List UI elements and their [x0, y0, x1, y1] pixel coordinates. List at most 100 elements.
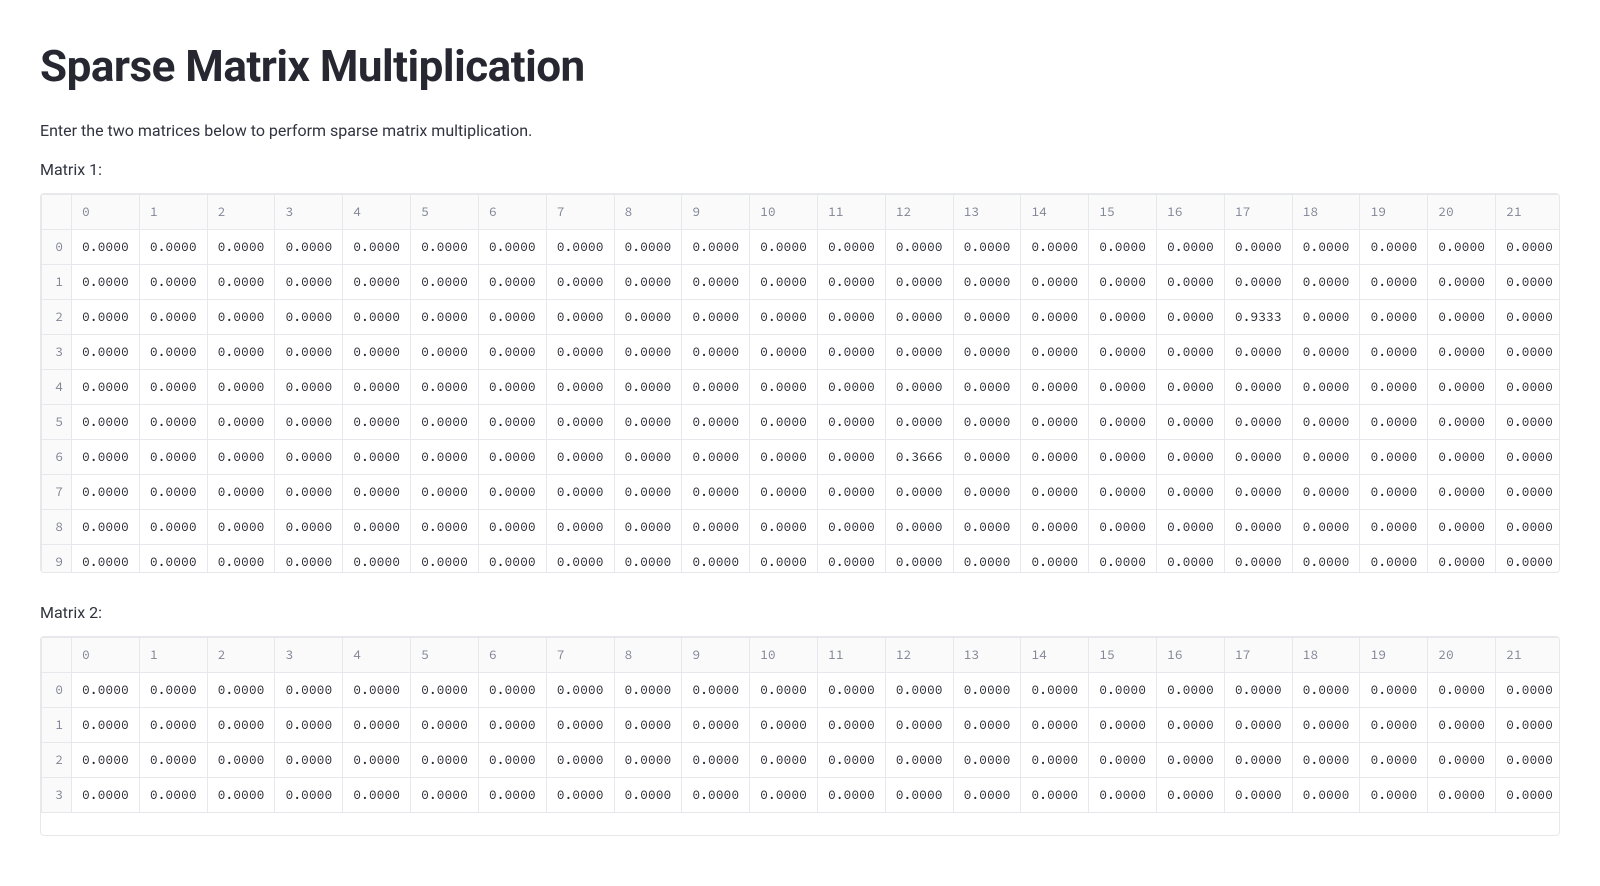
matrix1-cell[interactable]: 0.0000 — [1496, 474, 1560, 509]
matrix1-cell[interactable]: 0.0000 — [750, 229, 818, 264]
matrix2-cell[interactable]: 0.0000 — [72, 777, 140, 812]
matrix1-cell[interactable]: 0.0000 — [139, 544, 207, 573]
matrix1-cell[interactable]: 0.0000 — [1021, 404, 1089, 439]
matrix1-cell[interactable]: 0.0000 — [1021, 509, 1089, 544]
matrix1-cell[interactable]: 0.0000 — [139, 334, 207, 369]
matrix2-col-header[interactable]: 19 — [1360, 637, 1428, 672]
matrix1-cell[interactable]: 0.0000 — [546, 439, 614, 474]
matrix1-cell[interactable]: 0.0000 — [343, 264, 411, 299]
matrix1-cell[interactable]: 0.0000 — [750, 544, 818, 573]
matrix2-cell[interactable]: 0.0000 — [1496, 777, 1560, 812]
matrix1-cell[interactable]: 0.0000 — [478, 369, 546, 404]
matrix2-cell[interactable]: 0.0000 — [546, 707, 614, 742]
matrix1-cell[interactable]: 0.0000 — [1360, 334, 1428, 369]
matrix1-cell[interactable]: 0.0000 — [1360, 404, 1428, 439]
matrix2-cell[interactable]: 0.0000 — [139, 707, 207, 742]
matrix1-cell[interactable]: 0.0000 — [1224, 404, 1292, 439]
matrix1-cell[interactable]: 0.0000 — [207, 474, 275, 509]
matrix1-cell[interactable]: 0.0000 — [817, 299, 885, 334]
matrix1-cell[interactable]: 0.0000 — [478, 264, 546, 299]
matrix1-cell[interactable]: 0.0000 — [1292, 229, 1360, 264]
matrix1-cell[interactable]: 0.0000 — [1021, 299, 1089, 334]
matrix2-cell[interactable]: 0.0000 — [682, 707, 750, 742]
matrix1-cell[interactable]: 0.0000 — [1089, 439, 1157, 474]
matrix1-cell[interactable]: 0.0000 — [1089, 369, 1157, 404]
matrix1-cell[interactable]: 0.0000 — [1224, 439, 1292, 474]
matrix2-cell[interactable]: 0.0000 — [411, 742, 479, 777]
matrix1-cell[interactable]: 0.0000 — [817, 369, 885, 404]
matrix1-cell[interactable]: 0.0000 — [1496, 544, 1560, 573]
matrix1-cell[interactable]: 0.0000 — [72, 369, 140, 404]
matrix1-cell[interactable]: 0.0000 — [682, 369, 750, 404]
matrix1-cell[interactable]: 0.0000 — [817, 264, 885, 299]
matrix2-col-header[interactable]: 2 — [207, 637, 275, 672]
matrix1-cell[interactable]: 0.0000 — [1428, 299, 1496, 334]
matrix1-cell[interactable]: 0.0000 — [1428, 474, 1496, 509]
matrix1-cell[interactable]: 0.0000 — [750, 369, 818, 404]
matrix1-row-header[interactable]: 0 — [42, 229, 72, 264]
matrix1-col-header[interactable]: 21 — [1496, 194, 1560, 229]
matrix2-cell[interactable]: 0.0000 — [478, 742, 546, 777]
matrix1-col-header[interactable]: 12 — [885, 194, 953, 229]
matrix1-cell[interactable]: 0.0000 — [411, 439, 479, 474]
matrix2-cell[interactable]: 0.0000 — [343, 742, 411, 777]
matrix1-col-header[interactable]: 13 — [953, 194, 1021, 229]
matrix1-cell[interactable]: 0.0000 — [1157, 264, 1225, 299]
matrix1-col-header[interactable]: 16 — [1157, 194, 1225, 229]
matrix2-cell[interactable]: 0.0000 — [1224, 672, 1292, 707]
matrix2-cell[interactable]: 0.0000 — [343, 777, 411, 812]
matrix1-cell[interactable]: 0.0000 — [1089, 544, 1157, 573]
matrix1-col-header[interactable]: 17 — [1224, 194, 1292, 229]
matrix1-cell[interactable]: 0.0000 — [411, 474, 479, 509]
matrix2-cell[interactable]: 0.0000 — [72, 742, 140, 777]
matrix1-cell[interactable]: 0.0000 — [343, 299, 411, 334]
matrix1-cell[interactable]: 0.0000 — [1496, 404, 1560, 439]
matrix2-cell[interactable]: 0.0000 — [207, 672, 275, 707]
matrix1-cell[interactable]: 0.0000 — [411, 299, 479, 334]
matrix1-cell[interactable]: 0.0000 — [1224, 334, 1292, 369]
matrix2-cell[interactable]: 0.0000 — [275, 742, 343, 777]
matrix1-cell[interactable]: 0.0000 — [614, 334, 682, 369]
matrix2-col-header[interactable]: 15 — [1089, 637, 1157, 672]
matrix1-cell[interactable]: 0.0000 — [1428, 334, 1496, 369]
matrix1-cell[interactable]: 0.0000 — [1292, 439, 1360, 474]
matrix1-col-header[interactable]: 19 — [1360, 194, 1428, 229]
matrix2-cell[interactable]: 0.0000 — [953, 672, 1021, 707]
matrix1-cell[interactable]: 0.0000 — [139, 369, 207, 404]
matrix2-cell[interactable]: 0.0000 — [1157, 742, 1225, 777]
matrix2-col-header[interactable]: 10 — [750, 637, 818, 672]
matrix1-cell[interactable]: 0.0000 — [1157, 299, 1225, 334]
matrix1-cell[interactable]: 0.0000 — [275, 544, 343, 573]
matrix2-cell[interactable]: 0.0000 — [411, 672, 479, 707]
matrix2-cell[interactable]: 0.0000 — [478, 777, 546, 812]
matrix1-col-header[interactable]: 6 — [478, 194, 546, 229]
matrix1-cell[interactable]: 0.0000 — [885, 229, 953, 264]
matrix2-cell[interactable]: 0.0000 — [72, 707, 140, 742]
matrix1-cell[interactable]: 0.0000 — [1224, 264, 1292, 299]
matrix1-cell[interactable]: 0.0000 — [275, 264, 343, 299]
matrix1-cell[interactable]: 0.0000 — [546, 509, 614, 544]
matrix2-cell[interactable]: 0.0000 — [750, 777, 818, 812]
matrix1-cell[interactable]: 0.0000 — [72, 264, 140, 299]
matrix1-cell[interactable]: 0.0000 — [411, 264, 479, 299]
matrix1-cell[interactable]: 0.0000 — [614, 264, 682, 299]
matrix2-cell[interactable]: 0.0000 — [72, 672, 140, 707]
matrix1-cell[interactable]: 0.0000 — [1360, 544, 1428, 573]
matrix1-cell[interactable]: 0.0000 — [682, 474, 750, 509]
matrix1-row-header[interactable]: 4 — [42, 369, 72, 404]
matrix1-col-header[interactable]: 2 — [207, 194, 275, 229]
matrix1-cell[interactable]: 0.0000 — [750, 334, 818, 369]
matrix2-cell[interactable]: 0.0000 — [207, 777, 275, 812]
matrix1-col-header[interactable]: 8 — [614, 194, 682, 229]
matrix1-cell[interactable]: 0.0000 — [72, 544, 140, 573]
matrix1-cell[interactable]: 0.0000 — [207, 369, 275, 404]
matrix1-cell[interactable]: 0.0000 — [953, 404, 1021, 439]
matrix2-col-header[interactable]: 7 — [546, 637, 614, 672]
matrix1-cell[interactable]: 0.0000 — [546, 404, 614, 439]
matrix1-row-header[interactable]: 5 — [42, 404, 72, 439]
matrix2-cell[interactable]: 0.0000 — [885, 742, 953, 777]
matrix2-cell[interactable]: 0.0000 — [885, 777, 953, 812]
matrix1-cell[interactable]: 0.0000 — [72, 299, 140, 334]
matrix2-cell[interactable]: 0.0000 — [1496, 742, 1560, 777]
matrix1-cell[interactable]: 0.0000 — [1360, 299, 1428, 334]
